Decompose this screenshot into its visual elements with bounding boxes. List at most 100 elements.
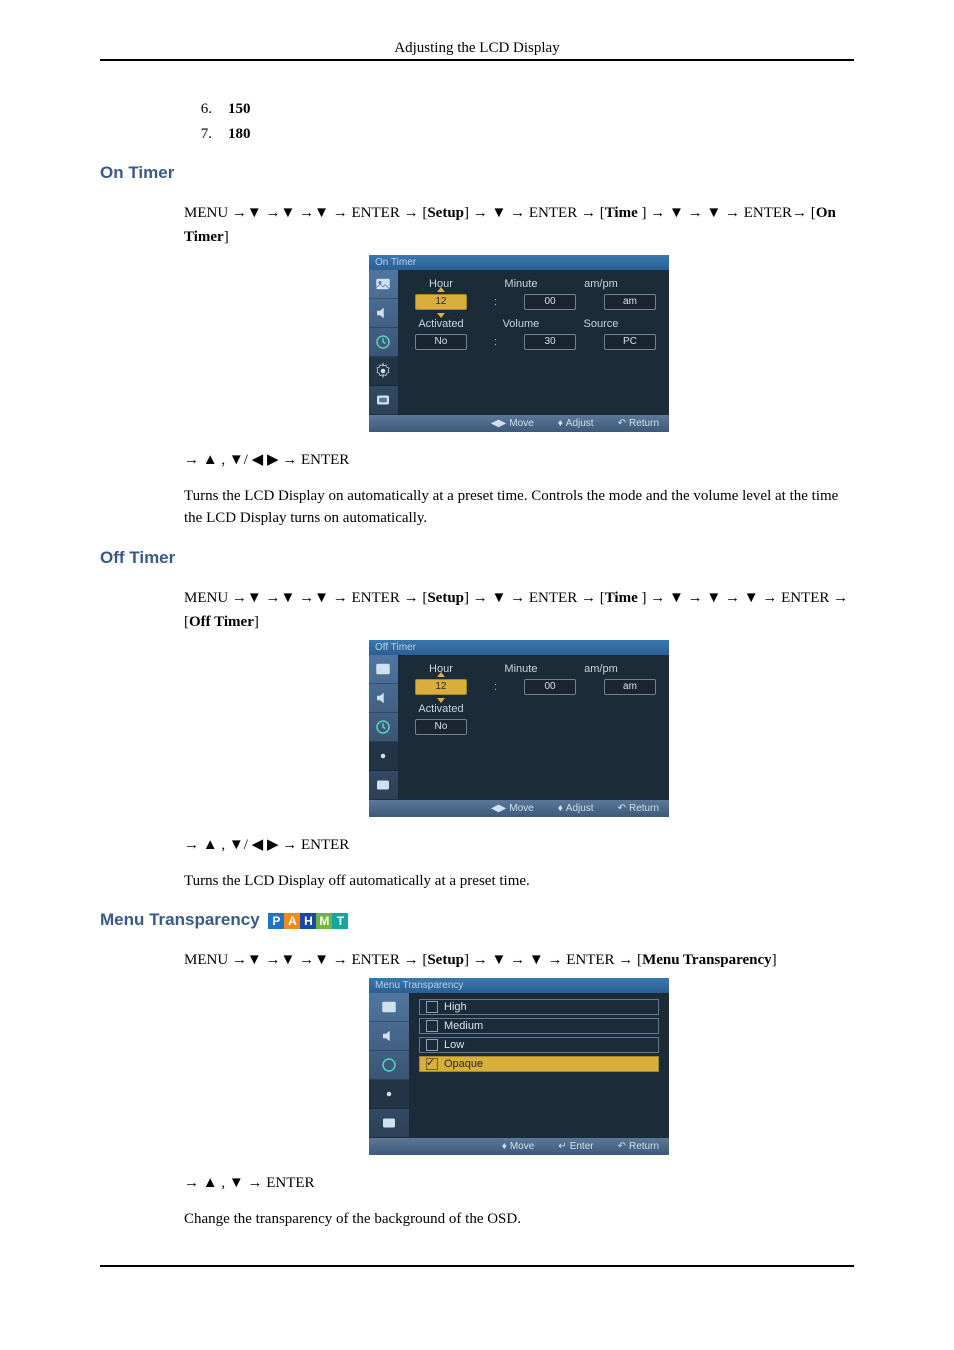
clock-icon <box>380 1056 398 1074</box>
sound-icon <box>374 304 392 322</box>
label-ampm: am/pm <box>572 278 630 290</box>
option-opaque[interactable]: Opaque <box>419 1056 659 1072</box>
nav-path: MENU →▼ →▼ →▼ → ENTER → [Setup] → ▼ → EN… <box>184 201 854 249</box>
paragraph: Turns the LCD Display off automatically … <box>184 871 854 893</box>
right-icon: ▶ <box>267 451 279 468</box>
input-icon <box>374 391 392 409</box>
down-icon: ▼ <box>229 836 244 853</box>
osd-footer: ◀▶Move ♦Adjust ↶Return <box>369 800 669 817</box>
footer-rule <box>100 1265 854 1267</box>
page-header: Adjusting the LCD Display <box>100 40 854 61</box>
badge-m: M <box>316 913 332 929</box>
label-volume: Volume <box>492 318 550 330</box>
down-arrow-icon <box>437 698 445 703</box>
sound-icon <box>374 689 392 707</box>
down-icon: ▼ <box>529 951 544 968</box>
clock-icon <box>374 333 392 351</box>
adjust-icon: ♦ <box>558 418 563 429</box>
down-icon: ▼ <box>744 589 759 606</box>
osd-title: Off Timer <box>369 640 669 655</box>
move-icon: ◀▶ <box>491 803 506 814</box>
value-ampm[interactable]: am <box>604 679 656 695</box>
osd-sidebar <box>369 270 398 415</box>
left-icon: ◀ <box>252 451 264 468</box>
badge-t: T <box>332 913 348 929</box>
input-icon <box>374 776 392 794</box>
value-volume[interactable]: 30 <box>524 334 576 350</box>
paragraph: Change the transparency of the backgroun… <box>184 1209 854 1231</box>
option-medium[interactable]: Medium <box>419 1018 659 1034</box>
gear-icon <box>374 362 392 380</box>
down-icon: ▼ <box>706 589 721 606</box>
down-icon: ▼ <box>492 204 507 221</box>
value-hour[interactable]: 12 <box>415 679 467 695</box>
section-heading-on-timer: On Timer <box>100 163 854 183</box>
down-icon: ▼ <box>492 589 507 606</box>
list-value: 180 <box>228 126 251 142</box>
up-arrow-icon <box>437 287 445 292</box>
down-icon: ▼ <box>706 204 721 221</box>
checkbox-icon <box>426 1020 438 1032</box>
section-heading-menu-transparency: Menu Transparency P A H M T <box>100 910 854 930</box>
down-icon: ▼ <box>314 951 329 968</box>
nav-post: → ▲ , ▼/ ◀ ▶ → ENTER <box>184 448 854 472</box>
picture-icon <box>380 998 398 1016</box>
label-minute: Minute <box>492 278 550 290</box>
value-minute[interactable]: 00 <box>524 679 576 695</box>
up-arrow-icon <box>437 672 445 677</box>
label-minute: Minute <box>492 663 550 675</box>
label-activated: Activated <box>412 703 470 715</box>
return-icon: ↶ <box>618 1141 626 1152</box>
down-icon: ▼ <box>229 1174 244 1191</box>
nav-path: MENU →▼ →▼ →▼ → ENTER → [Setup] → ▼ → ▼ … <box>184 948 854 972</box>
left-icon: ◀ <box>252 836 264 853</box>
osd-sidebar <box>369 655 398 800</box>
down-icon: ▼ <box>281 589 296 606</box>
checkbox-icon <box>426 1001 438 1013</box>
option-high[interactable]: High <box>419 999 659 1015</box>
checkbox-icon <box>426 1058 438 1070</box>
osd-footer: ♦Move ↵Enter ↶Return <box>369 1138 669 1155</box>
down-icon: ▼ <box>247 204 262 221</box>
value-source[interactable]: PC <box>604 334 656 350</box>
label-source: Source <box>572 318 630 330</box>
option-low[interactable]: Low <box>419 1037 659 1053</box>
down-icon: ▼ <box>314 204 329 221</box>
badge-h: H <box>300 913 316 929</box>
down-icon: ▼ <box>247 951 262 968</box>
down-icon: ▼ <box>281 951 296 968</box>
value-activated[interactable]: No <box>415 719 467 735</box>
osd-sidebar <box>369 993 409 1138</box>
osd-footer: ◀▶Move ♦Adjust ↶Return <box>369 415 669 432</box>
right-icon: ▶ <box>267 836 279 853</box>
list-number: 6. <box>184 101 212 118</box>
value-activated[interactable]: No <box>415 334 467 350</box>
picture-icon <box>374 660 392 678</box>
clock-icon <box>374 718 392 736</box>
down-icon: ▼ <box>314 589 329 606</box>
gear-icon <box>380 1085 398 1103</box>
osd-title: On Timer <box>369 255 669 270</box>
move-icon: ◀▶ <box>491 418 506 429</box>
osd-title: Menu Transparency <box>369 978 669 993</box>
osd-off-timer: Off Timer HourMinuteam/pm 12 : 00 am Act… <box>369 640 669 817</box>
numbered-list: 6.150 7.180 <box>184 101 854 143</box>
checkbox-icon <box>426 1039 438 1051</box>
enter-icon: ↵ <box>558 1141 566 1152</box>
adjust-icon: ♦ <box>558 803 563 814</box>
up-icon: ▲ <box>203 1174 218 1191</box>
osd-menu-transparency: Menu Transparency High Medium Low Opaque… <box>369 978 669 1155</box>
input-icon <box>380 1114 398 1132</box>
move-icon: ♦ <box>502 1141 507 1152</box>
up-icon: ▲ <box>203 836 218 853</box>
down-icon: ▼ <box>492 951 507 968</box>
list-number: 7. <box>184 126 212 143</box>
nav-post: → ▲ , ▼/ ◀ ▶ → ENTER <box>184 833 854 857</box>
down-icon: ▼ <box>669 204 684 221</box>
picture-icon <box>374 275 392 293</box>
gear-icon <box>374 747 392 765</box>
value-hour[interactable]: 12 <box>415 294 467 310</box>
value-minute[interactable]: 00 <box>524 294 576 310</box>
value-ampm[interactable]: am <box>604 294 656 310</box>
down-icon: ▼ <box>247 589 262 606</box>
